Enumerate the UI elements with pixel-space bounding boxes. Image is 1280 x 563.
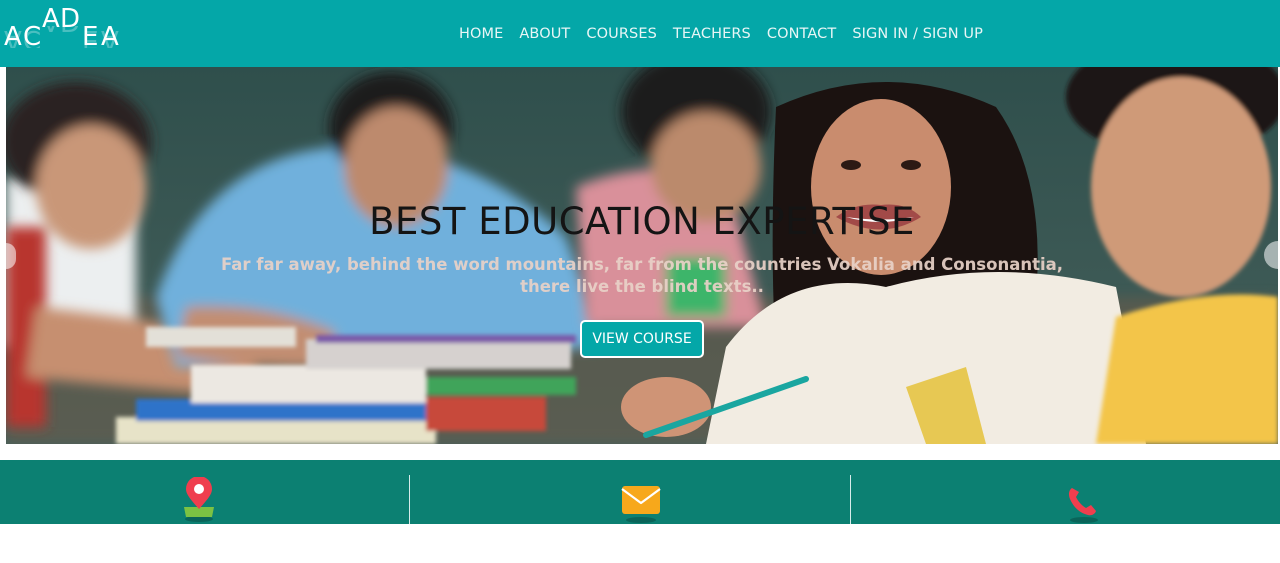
logo-reflection: A C A D E A	[4, 26, 134, 48]
nav-about-link[interactable]: ABOUT	[519, 26, 570, 42]
logo-reflection-letter: A	[101, 26, 119, 48]
hero-title: BEST EDUCATION EXPERTISE	[369, 200, 915, 243]
top-navbar: A C A D E A A C A D E A HOME ABOUT COURS…	[0, 0, 1280, 67]
phone-icon	[1068, 488, 1098, 523]
nav-teachers-link[interactable]: TEACHERS	[673, 26, 751, 42]
logo-reflection-letter: A	[42, 26, 60, 36]
logo-reflection-letter: E	[82, 26, 99, 48]
view-course-button[interactable]: VIEW COURSE	[580, 320, 704, 358]
logo-reflection-letter: A	[4, 26, 22, 48]
hero-subtitle: Far far away, behind the word mountains,…	[220, 255, 1064, 296]
logo-reflection-letter: D	[60, 26, 80, 36]
nav-home-link[interactable]: HOME	[459, 26, 503, 42]
hero-slider: BEST EDUCATION EXPERTISE Far far away, b…	[6, 67, 1278, 444]
logo-reflection-letter: C	[23, 26, 42, 48]
info-address-column	[0, 460, 409, 524]
main-nav: HOME ABOUT COURSES TEACHERS CONTACT SIGN…	[459, 0, 983, 67]
location-pin-icon	[184, 477, 214, 522]
nav-contact-link[interactable]: CONTACT	[767, 26, 836, 42]
nav-signin-signup-link[interactable]: SIGN IN / SIGN UP	[852, 26, 983, 42]
nav-courses-link[interactable]: COURSES	[586, 26, 657, 42]
contact-info-bar	[0, 460, 1280, 524]
envelope-icon	[621, 486, 661, 523]
info-email-column	[410, 460, 850, 524]
site-logo[interactable]: A C A D E A A C A D E A	[4, 4, 134, 64]
info-phone-column	[851, 460, 1280, 524]
